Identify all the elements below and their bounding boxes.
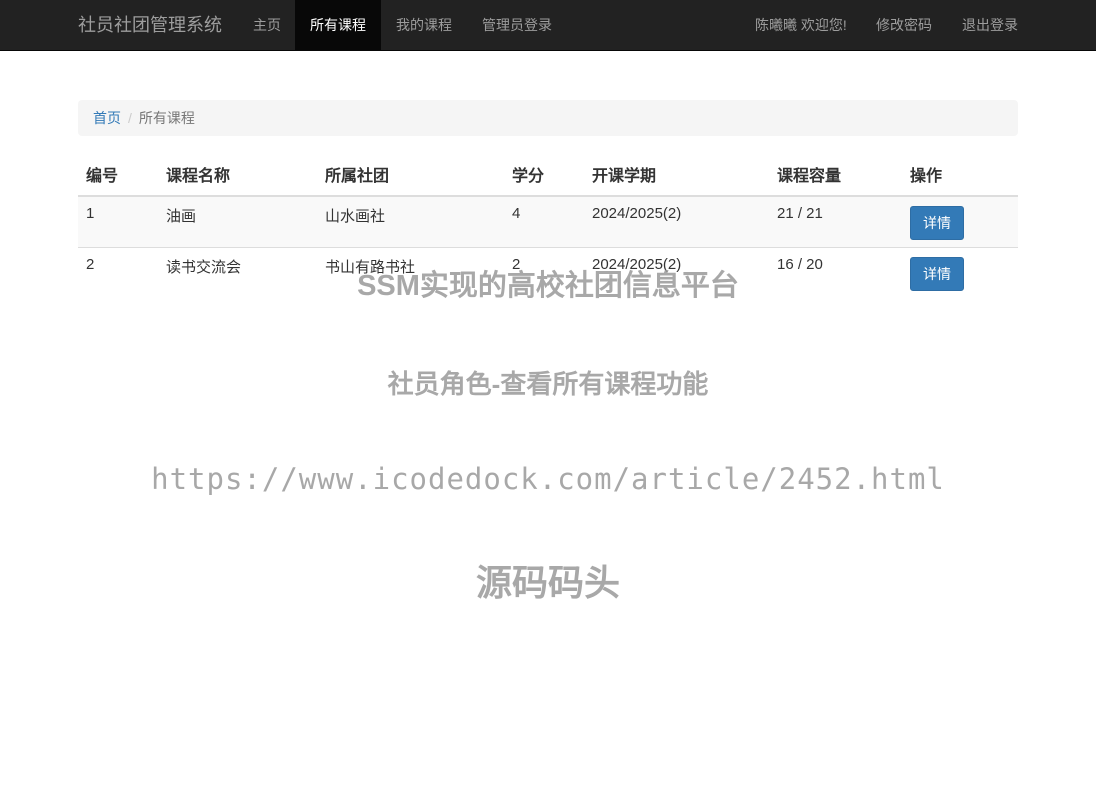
nav-item-admin-login[interactable]: 管理员登录 xyxy=(467,0,567,50)
cell-club: 山水画社 xyxy=(317,196,504,248)
logout-link[interactable]: 退出登录 xyxy=(947,0,1033,50)
nav-item-my-courses[interactable]: 我的课程 xyxy=(381,0,467,50)
cell-id: 1 xyxy=(78,196,158,248)
change-password-link[interactable]: 修改密码 xyxy=(861,0,947,50)
col-header-credit: 学分 xyxy=(504,153,584,197)
watermark-url: https://www.icodedock.com/article/2452.h… xyxy=(151,462,945,496)
breadcrumb-home-link[interactable]: 首页 xyxy=(93,110,121,126)
detail-button[interactable]: 详情 xyxy=(910,206,964,240)
cell-action: 详情 xyxy=(902,247,1018,298)
cell-club: 书山有路书社 xyxy=(325,258,416,276)
col-header-id: 编号 xyxy=(78,153,158,197)
cell-semester: 2024/2025(2) xyxy=(592,255,682,273)
breadcrumb: 首页 / 所有课程 xyxy=(78,100,1018,136)
cell-course-name: 读书交流会 xyxy=(166,258,242,276)
watermark-brand: 源码码头 xyxy=(475,562,620,603)
col-header-semester: 开课学期 xyxy=(584,153,769,197)
nav-item-all-courses[interactable]: 所有课程 xyxy=(295,0,381,50)
cell-credit: 4 xyxy=(504,196,584,248)
cell-course-name: 油画 xyxy=(158,196,317,248)
cell-id: 2 xyxy=(86,255,95,273)
cell-credit: 2 xyxy=(512,255,521,273)
cell-capacity: 21 / 21 xyxy=(769,196,902,248)
nav-item-home[interactable]: 主页 xyxy=(238,0,296,50)
table-header-row: 编号 课程名称 所属社团 学分 开课学期 课程容量 操作 xyxy=(78,153,1018,197)
cell-semester: 2024/2025(2) xyxy=(584,196,769,248)
detail-button[interactable]: 详情 xyxy=(910,256,964,291)
watermark-subtitle: 社员角色-查看所有课程功能 xyxy=(387,369,709,399)
cell-action: 详情 xyxy=(902,196,1018,248)
breadcrumb-current: 所有课程 xyxy=(138,110,195,126)
brand-title[interactable]: 社员社团管理系统 xyxy=(78,0,222,50)
cell-capacity: 16 / 20 xyxy=(777,255,823,273)
top-navbar: 社员社团管理系统 主页 所有课程 我的课程 管理员登录 陈曦曦 欢迎您! 修改密… xyxy=(0,0,1096,51)
col-header-club: 所属社团 xyxy=(317,153,504,197)
col-header-action: 操作 xyxy=(902,153,1018,197)
user-greeting[interactable]: 陈曦曦 欢迎您! xyxy=(740,0,862,50)
col-header-capacity: 课程容量 xyxy=(769,153,902,197)
courses-table: 编号 课程名称 所属社团 学分 开课学期 课程容量 操作 1 油画 山水画社 4… xyxy=(78,153,1018,298)
col-header-course-name: 课程名称 xyxy=(158,153,317,197)
table-row: 1 油画 山水画社 4 2024/2025(2) 21 / 21 详情 xyxy=(78,196,1018,248)
table-row: 2 读书交流会 书山有路书社 2 2024/2025(2) 16 / 20 详情 xyxy=(78,247,1018,298)
breadcrumb-separator: / xyxy=(128,110,132,126)
